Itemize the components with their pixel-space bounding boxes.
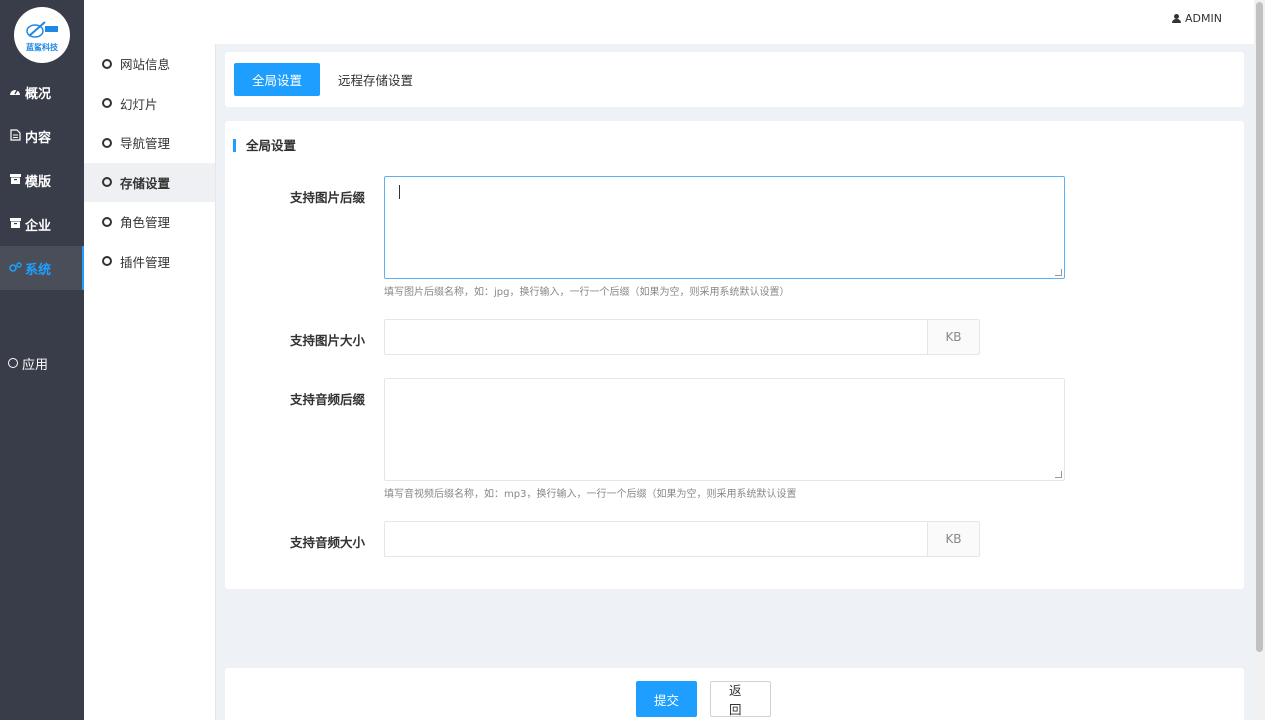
sub-item-site-info[interactable]: 网站信息 — [84, 44, 215, 84]
user-name: ADMIN — [1185, 12, 1222, 25]
user-icon — [1172, 13, 1182, 24]
image-size-label: 支持图片大小 — [289, 333, 365, 348]
tab-global-settings[interactable]: 全局设置 — [234, 63, 321, 96]
company-logo: 蓝鲨科技 — [14, 7, 70, 63]
audio-size-label: 支持音频大小 — [289, 535, 365, 550]
image-suffix-textarea[interactable] — [384, 176, 1065, 279]
gears-icon — [8, 261, 22, 275]
box-icon — [8, 217, 22, 231]
sub-sidebar: 网站信息 幻灯片 导航管理 存储设置 角色管理 插件管理 — [84, 44, 216, 720]
nav-label: 模版 — [25, 174, 52, 190]
submit-button[interactable]: 提交 — [636, 681, 697, 717]
image-size-input[interactable] — [384, 319, 927, 355]
circle-icon — [102, 177, 112, 188]
sub-item-label: 网站信息 — [120, 57, 171, 73]
section-title: 全局设置 — [233, 139, 296, 152]
nav-label: 内容 — [25, 130, 52, 146]
circle-icon — [102, 58, 112, 69]
circle-icon — [102, 137, 112, 148]
nav-label: 系统 — [25, 262, 52, 278]
circle-icon — [102, 256, 112, 267]
sub-item-label: 幻灯片 — [120, 96, 158, 112]
nav-label: 概况 — [25, 86, 52, 102]
sub-item-navigation[interactable]: 导航管理 — [84, 123, 215, 163]
audio-size-unit: KB — [927, 521, 980, 557]
document-icon — [8, 128, 22, 144]
image-size-group: KB — [384, 319, 980, 355]
logo[interactable]: 蓝鲨科技 — [0, 0, 84, 70]
audio-suffix-textarea[interactable] — [384, 378, 1065, 481]
circle-icon — [8, 358, 18, 368]
nav-item-system[interactable]: 系统 — [0, 246, 84, 290]
image-suffix-label: 支持图片后缀 — [289, 190, 365, 205]
image-size-unit: KB — [927, 319, 980, 355]
sub-item-storage[interactable]: 存储设置 — [84, 162, 215, 202]
nav-item-overview[interactable]: 概况 — [0, 70, 84, 114]
brand-name: 蓝鲨科技 — [26, 42, 58, 52]
back-button[interactable]: 返回 — [710, 681, 771, 717]
user-menu[interactable]: ADMIN — [1172, 12, 1222, 25]
resize-handle-icon[interactable] — [1055, 471, 1062, 478]
image-suffix-hint: 填写图片后缀名称，如：jpg，换行输入，一行一个后缀（如果为空，则采用系统默认设… — [384, 287, 790, 298]
nav-item-templates[interactable]: 模版 — [0, 158, 84, 202]
tab-remote-storage[interactable]: 远程存储设置 — [320, 63, 431, 96]
sub-item-roles[interactable]: 角色管理 — [84, 202, 215, 242]
nav-label: 企业 — [25, 218, 52, 234]
sub-item-plugins[interactable]: 插件管理 — [84, 242, 215, 282]
nav-item-content[interactable]: 内容 — [0, 114, 84, 158]
sub-item-label: 导航管理 — [120, 136, 171, 152]
audio-size-group: KB — [384, 521, 980, 557]
top-bar: ADMIN — [84, 0, 1254, 44]
audio-size-input[interactable] — [384, 521, 927, 557]
settings-form: 全局设置 支持图片后缀 填写图片后缀名称，如：jpg，换行输入，一行一个后缀（如… — [225, 121, 1244, 589]
sub-item-label: 角色管理 — [120, 215, 171, 231]
resize-handle-icon[interactable] — [1055, 269, 1062, 276]
dashboard-icon — [8, 86, 22, 99]
nav-item-enterprise[interactable]: 企业 — [0, 202, 84, 246]
audio-suffix-label: 支持音频后缀 — [289, 392, 365, 407]
logo-mark-icon — [26, 20, 58, 38]
box-icon — [8, 173, 22, 187]
sub-item-slides[interactable]: 幻灯片 — [84, 84, 215, 124]
sub-item-label: 存储设置 — [120, 175, 171, 191]
audio-suffix-hint: 填写音视频后缀名称，如：mp3，换行输入，一行一个后缀（如果为空，则采用系统默认… — [384, 489, 797, 500]
tabs-bar: 全局设置 远程存储设置 — [225, 52, 1244, 107]
page-scrollbar[interactable] — [1254, 0, 1265, 720]
sub-item-label: 插件管理 — [120, 254, 171, 270]
form-actions: 提交 返回 — [225, 668, 1244, 720]
nav-label: 应用 — [22, 357, 49, 373]
text-caret — [399, 185, 400, 199]
circle-icon — [102, 216, 112, 227]
nav-item-apps[interactable]: 应用 — [0, 341, 84, 385]
scrollbar-thumb[interactable] — [1256, 2, 1263, 652]
main-sidebar: 蓝鲨科技 概况 内容 模版 企业 系统 应用 — [0, 0, 84, 720]
circle-icon — [102, 98, 112, 109]
